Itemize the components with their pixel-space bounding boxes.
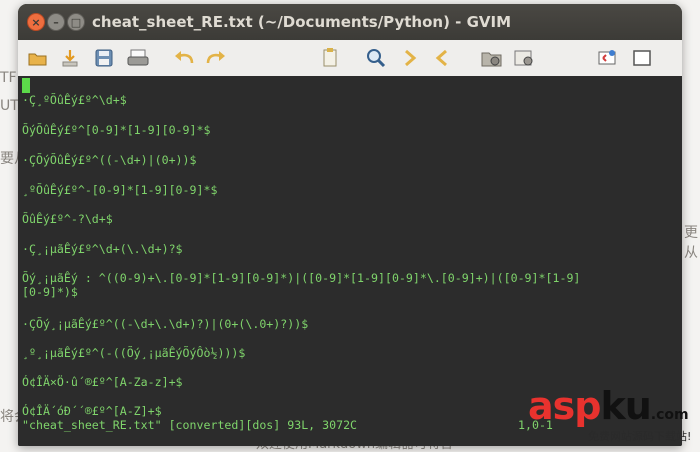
watermark-suffix: .com xyxy=(650,407,689,423)
code-line: ¸ºÕûÊý£º^-[0-9]*[1-9][0-9]*$ xyxy=(22,183,218,197)
close-button[interactable]: × xyxy=(27,13,45,31)
code-line: Ó¢ÎÄ´óÐ´´®£º^[A-Z]+$ xyxy=(22,404,162,418)
title-bar[interactable]: × – □ cheat_sheet_RE.txt (~/Documents/Py… xyxy=(18,4,682,40)
code-line: ·Ç¸ºÕûÊý£º^\d+$ xyxy=(22,93,127,107)
cut-icon[interactable] xyxy=(318,46,342,70)
background-text: TF xyxy=(0,70,17,86)
find-next-icon[interactable] xyxy=(398,46,422,70)
watermark-brand-a: asp xyxy=(528,384,601,428)
print-icon[interactable] xyxy=(126,46,150,70)
code-line: ·ÇÕýÕûÊý£º^((-\d+)|(0+))$ xyxy=(22,153,197,167)
code-line: [0-9]*)$ xyxy=(22,285,78,299)
status-line: "cheat_sheet_RE.txt" [converted][dos] 93… xyxy=(22,418,358,432)
save-session-icon[interactable] xyxy=(512,46,536,70)
run-script-icon[interactable] xyxy=(596,46,620,70)
text-cursor xyxy=(22,78,30,93)
close-icon: × xyxy=(31,16,41,29)
window-title: cheat_sheet_RE.txt (~/Documents/Python) … xyxy=(92,13,512,31)
background-text: 更从 xyxy=(684,225,698,261)
code-line: ·Ç¸¡µãÊý£º^\d+(\.\d+)?$ xyxy=(22,242,183,256)
toolbar xyxy=(18,40,682,77)
watermark-logo: aspku.com 免费网站源码下载站! xyxy=(528,384,698,448)
undo-icon[interactable] xyxy=(172,46,196,70)
minimize-icon: – xyxy=(53,16,59,29)
code-line: Ó¢ÎÄ×Ö·û´®£º^[A-Za-z]+$ xyxy=(22,375,183,389)
open-file-icon[interactable] xyxy=(26,46,50,70)
split-window-icon[interactable] xyxy=(630,46,654,70)
code-line: ÕýÕûÊý£º^[0-9]*[1-9][0-9]*$ xyxy=(22,123,211,137)
code-line: ÕûÊý£º^-?\d+$ xyxy=(22,212,113,226)
watermark-brand-b: ku xyxy=(600,384,651,428)
find-replace-icon[interactable] xyxy=(364,46,388,70)
gvim-window: × – □ cheat_sheet_RE.txt (~/Documents/Py… xyxy=(18,4,682,446)
maximize-icon: □ xyxy=(70,16,82,29)
code-line: ¸º¸¡µãÊý£º^(-((Õý¸¡µãÊýÕýÔò½)))$ xyxy=(22,346,246,360)
code-line: Õý¸¡µãÊý : ^((0-9)+\.[0-9]*[1-9][0-9]*)|… xyxy=(22,271,581,285)
watermark-tagline: 免费网站源码下载站! xyxy=(588,430,692,443)
save-icon[interactable] xyxy=(92,46,116,70)
find-prev-icon[interactable] xyxy=(430,46,454,70)
redo-icon[interactable] xyxy=(204,46,228,70)
load-session-icon[interactable] xyxy=(480,46,504,70)
minimize-button[interactable]: – xyxy=(47,13,65,31)
code-line: ·ÇÕý¸¡µãÊý£º^((-\d+\.\d+)?)|(0+(\.0+)?))… xyxy=(22,317,309,331)
maximize-button[interactable]: □ xyxy=(67,13,85,31)
save-file-icon[interactable] xyxy=(58,46,82,70)
